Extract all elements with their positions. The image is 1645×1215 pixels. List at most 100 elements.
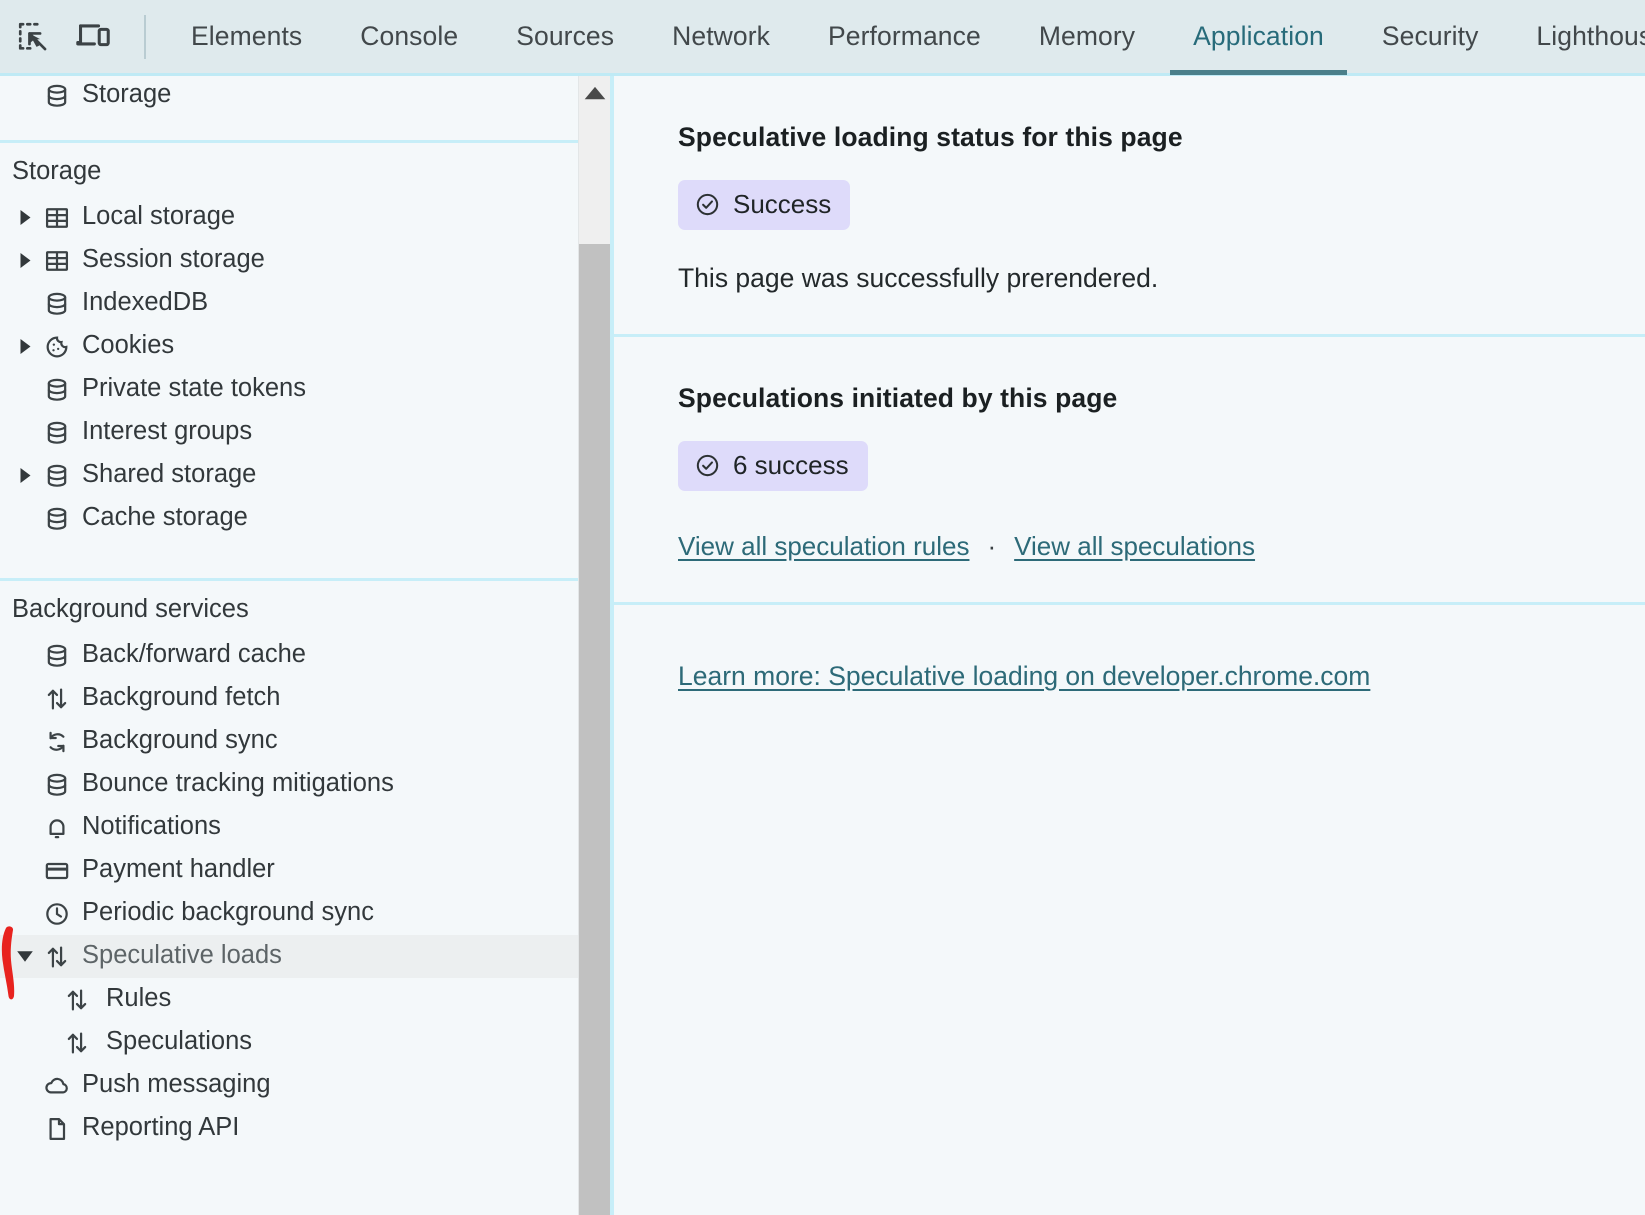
speculations-section: Speculations initiated by this page 6 su…: [614, 337, 1645, 605]
table-icon: [38, 204, 76, 232]
sidebar-item-bounce-tracking-mitigations[interactable]: Bounce tracking mitigations: [0, 763, 578, 806]
sidebar-item-private-state-tokens[interactable]: Private state tokens: [0, 368, 578, 411]
sidebar-item-rules[interactable]: Rules: [0, 978, 578, 1021]
device-toolbar-icon[interactable]: [70, 14, 116, 60]
tab-label: Console: [360, 21, 458, 52]
sidebar-item-indexeddb[interactable]: IndexedDB: [0, 282, 578, 325]
check-circle-icon: [694, 191, 721, 218]
tab-label: Performance: [828, 21, 981, 52]
tab-label: Network: [672, 21, 770, 52]
sidebar-item-payment-handler[interactable]: Payment handler: [0, 849, 578, 892]
speculative-loads-panel: Speculative loading status for this page…: [614, 76, 1645, 1215]
sidebar-item-label: Private state tokens: [82, 376, 306, 404]
view-all-speculation-rules-link[interactable]: View all speculation rules: [678, 531, 969, 562]
credit-card-icon: [38, 857, 76, 885]
sidebar-item-label: Storage: [82, 82, 171, 110]
sidebar-item-label: Cookies: [82, 333, 174, 361]
database-icon: [38, 771, 76, 799]
sidebar-item-label: Periodic background sync: [82, 900, 374, 928]
database-icon: [38, 419, 76, 447]
devtools-tab-bar: Elements Console Sources Network Perform…: [162, 0, 1645, 75]
tab-performance[interactable]: Performance: [799, 0, 1010, 75]
tab-console[interactable]: Console: [331, 0, 487, 75]
chevron-right-icon[interactable]: [12, 253, 38, 268]
tab-security[interactable]: Security: [1353, 0, 1508, 75]
status-section-title: Speculative loading status for this page: [678, 122, 1645, 153]
database-icon: [38, 82, 76, 110]
chevron-right-icon[interactable]: [12, 210, 38, 225]
sidebar-item-label: Shared storage: [82, 462, 256, 490]
updown-arrows-icon: [58, 1029, 96, 1057]
inspect-element-icon[interactable]: [10, 14, 56, 60]
status-badge-label: Success: [733, 189, 831, 220]
status-section: Speculative loading status for this page…: [614, 76, 1645, 337]
sidebar-item-push-messaging[interactable]: Push messaging: [0, 1064, 578, 1107]
sidebar-item-cache-storage[interactable]: Cache storage: [0, 497, 578, 540]
sidebar-item-periodic-background-sync[interactable]: Periodic background sync: [0, 892, 578, 935]
tab-sources[interactable]: Sources: [487, 0, 643, 75]
sidebar-group-background-services: Background services Back/forward cache: [0, 581, 578, 1150]
tab-application[interactable]: Application: [1164, 0, 1353, 75]
link-separator: ·: [987, 531, 996, 562]
updown-arrows-icon: [38, 685, 76, 713]
learn-more-section: Learn more: Speculative loading on devel…: [614, 605, 1645, 692]
tab-memory[interactable]: Memory: [1010, 0, 1164, 75]
toolbar-icon-group: [0, 0, 150, 75]
sidebar-group-title: Background services: [0, 581, 578, 634]
application-sidebar: Storage Storage Local storage: [0, 76, 578, 1215]
tab-lighthouse[interactable]: Lighthouse: [1507, 0, 1645, 75]
database-icon: [38, 290, 76, 318]
sidebar-item-speculative-loads[interactable]: Speculative loads: [0, 935, 578, 978]
sidebar-item-background-fetch[interactable]: Background fetch: [0, 677, 578, 720]
tab-elements[interactable]: Elements: [162, 0, 331, 75]
sidebar-item-session-storage[interactable]: Session storage: [0, 239, 578, 282]
sidebar-item-notifications[interactable]: Notifications: [0, 806, 578, 849]
sidebar-item-storage-top[interactable]: Storage: [0, 76, 578, 116]
toolbar-separator: [144, 15, 146, 59]
sidebar-item-back-forward-cache[interactable]: Back/forward cache: [0, 634, 578, 677]
sidebar-item-label: Local storage: [82, 204, 235, 232]
sidebar-item-shared-storage[interactable]: Shared storage: [0, 454, 578, 497]
sidebar-item-interest-groups[interactable]: Interest groups: [0, 411, 578, 454]
view-all-speculations-link[interactable]: View all speculations: [1014, 531, 1255, 562]
sidebar-item-label: Payment handler: [82, 857, 275, 885]
sidebar-item-background-sync[interactable]: Background sync: [0, 720, 578, 763]
chevron-down-icon[interactable]: [12, 950, 38, 963]
sidebar-scrollbar[interactable]: [578, 76, 610, 1215]
learn-more-link[interactable]: Learn more: Speculative loading on devel…: [678, 661, 1370, 691]
tab-label: Sources: [516, 21, 614, 52]
check-circle-icon: [694, 452, 721, 479]
tab-label: Elements: [191, 21, 302, 52]
table-icon: [38, 247, 76, 275]
scrollbar-thumb[interactable]: [579, 244, 610, 1215]
sidebar-item-label: Reporting API: [82, 1115, 239, 1143]
bell-icon: [38, 814, 76, 842]
sidebar-item-label: Back/forward cache: [82, 642, 306, 670]
tab-label: Application: [1193, 21, 1324, 52]
sidebar-item-label: Background sync: [82, 728, 278, 756]
sidebar-item-label: Rules: [106, 986, 171, 1014]
sidebar-item-speculations[interactable]: Speculations: [0, 1021, 578, 1064]
devtools-window: Elements Console Sources Network Perform…: [0, 0, 1645, 1215]
status-description: This page was successfully prerendered.: [678, 263, 1645, 294]
sidebar-item-label: Notifications: [82, 814, 221, 842]
sidebar-item-reporting-api[interactable]: Reporting API: [0, 1107, 578, 1150]
updown-arrows-icon: [38, 943, 76, 971]
tab-label: Security: [1382, 21, 1479, 52]
tab-label: Memory: [1039, 21, 1135, 52]
database-icon: [38, 462, 76, 490]
cloud-icon: [38, 1072, 76, 1100]
tab-network[interactable]: Network: [643, 0, 799, 75]
sidebar-group-storage: Storage Local storage: [0, 143, 578, 581]
sidebar-item-label: Interest groups: [82, 419, 252, 447]
tab-label: Lighthouse: [1536, 21, 1645, 52]
sidebar-item-local-storage[interactable]: Local storage: [0, 196, 578, 239]
chevron-right-icon[interactable]: [12, 339, 38, 354]
database-icon: [38, 505, 76, 533]
sidebar-group-title: Storage: [0, 143, 578, 196]
speculations-links-row: View all speculation rules · View all sp…: [678, 531, 1645, 562]
chevron-right-icon[interactable]: [12, 468, 38, 483]
sidebar-item-label: IndexedDB: [82, 290, 208, 318]
scroll-up-arrow-icon[interactable]: [579, 76, 610, 110]
sidebar-item-cookies[interactable]: Cookies: [0, 325, 578, 368]
